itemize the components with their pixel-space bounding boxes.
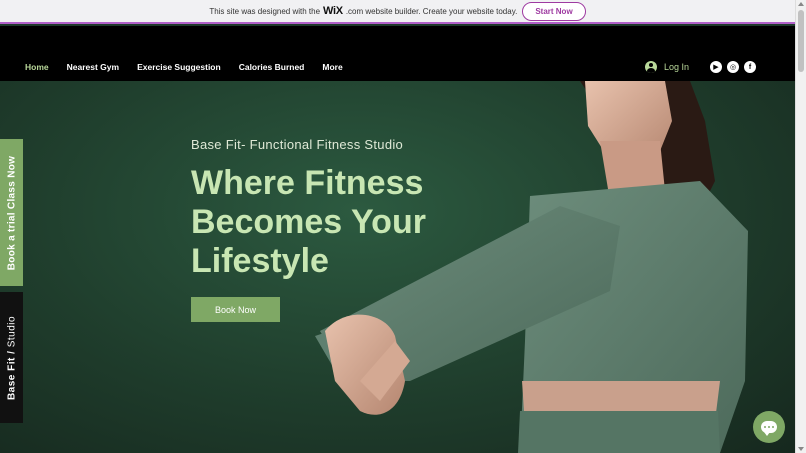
hero-headline: Where Fitness Becomes Your Lifestyle [191,164,426,281]
book-trial-label: Book a trial Class Now [6,155,17,270]
brand-label: Base Fit / Studio [6,315,17,399]
brand-tab: Base Fit / Studio [0,292,23,423]
facebook-icon[interactable]: f [744,61,756,73]
user-avatar-icon [645,61,657,73]
scroll-down-icon[interactable] [798,447,804,451]
nav-item-calories-burned[interactable]: Calories Burned [239,62,305,72]
nav-item-home[interactable]: Home [25,62,49,72]
chat-icon [761,421,777,436]
instagram-icon[interactable]: ◎ [727,61,739,73]
scroll-up-icon[interactable] [798,2,804,6]
headline-line-1: Where Fitness [191,164,424,202]
youtube-icon[interactable]: ▶ [710,61,722,73]
book-now-button[interactable]: Book Now [191,297,280,322]
headline-line-2: Becomes Your [191,203,426,241]
scroll-thumb[interactable] [798,10,804,72]
main-nav: Home Nearest Gym Exercise Suggestion Cal… [25,62,343,72]
brand-bold: Base Fit [6,356,17,400]
book-trial-tab[interactable]: Book a trial Class Now [0,139,23,286]
brand-light: Studio [6,315,17,347]
nav-item-exercise-suggestion[interactable]: Exercise Suggestion [137,62,221,72]
hero-subtitle: Base Fit- Functional Fitness Studio [191,137,404,152]
login-button[interactable]: Log In [645,61,689,73]
page-scrollbar[interactable] [795,0,806,453]
brand-separator: / [6,350,17,354]
wix-logo: WiX [323,5,343,17]
nav-item-more[interactable]: More [322,62,342,72]
banner-text-after: .com website builder. Create your websit… [345,6,518,16]
social-bar: ▶ ◎ f [710,61,756,73]
wix-banner: This site was designed with the WiX .com … [0,0,795,24]
login-label: Log In [664,62,690,72]
headline-line-3: Lifestyle [191,242,329,280]
start-now-button[interactable]: Start Now [522,1,586,21]
banner-text-before: This site was designed with the [209,6,321,16]
wix-banner-text: This site was designed with the WiX .com … [209,5,517,17]
chat-button[interactable] [753,411,785,443]
nav-item-nearest-gym[interactable]: Nearest Gym [67,62,119,72]
